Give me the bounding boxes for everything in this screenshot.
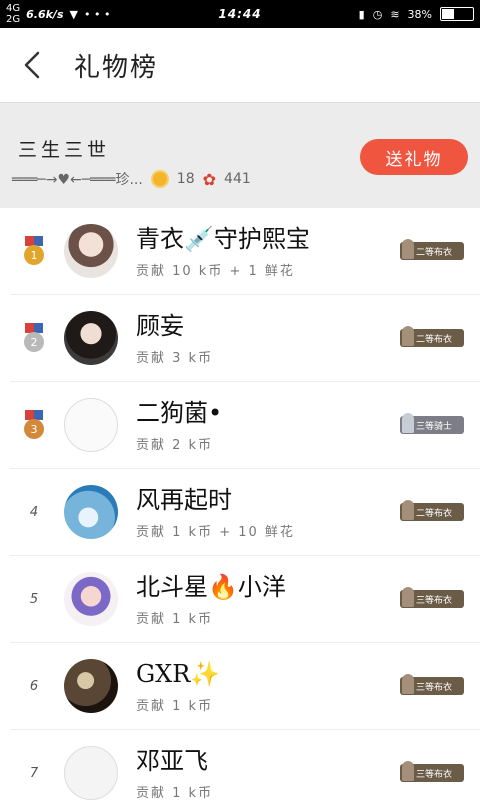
page-title: 礼物榜	[74, 52, 159, 83]
battery-percent: 38%	[407, 7, 432, 21]
avatar[interactable]	[64, 659, 118, 713]
battery-icon	[440, 7, 474, 21]
net-speed: 6.6k/s	[26, 7, 64, 21]
target-name: 三生三世	[18, 139, 111, 161]
rank-badge: 二等布衣	[400, 500, 464, 521]
rank-medal: 3	[10, 410, 58, 440]
heart-shield-icon: ▼	[69, 7, 78, 21]
ranking-list: 1 青衣💉守护熙宝 贡献 10 k币 + 1 鲜花 二等布衣 2 顾妄 贡献 3…	[0, 208, 480, 806]
wifi-icon: ≋	[390, 7, 400, 21]
medal-icon: 1	[23, 236, 45, 266]
contribution: 贡献 10 k币 + 1 鲜花	[136, 263, 295, 279]
back-button[interactable]	[18, 45, 46, 85]
list-item[interactable]: 7 邓亚飞 贡献 1 k币 三等布衣	[10, 730, 480, 806]
list-item[interactable]: 6 GXR✨ 贡献 1 k币 三等布衣	[10, 643, 480, 730]
battery-charge-icon: ▮	[358, 7, 365, 21]
medal-number: 3	[24, 419, 44, 439]
rank-number: 5	[29, 591, 39, 607]
list-item[interactable]: 1 青衣💉守护熙宝 贡献 10 k币 + 1 鲜花 二等布衣	[10, 208, 480, 295]
rank-badge: 三等骑士	[400, 413, 464, 434]
rank-badge: 三等布衣	[400, 587, 464, 608]
coin-count: 18	[176, 171, 195, 187]
send-gift-button[interactable]: 送礼物	[360, 139, 468, 175]
network-top: 4G	[6, 3, 21, 14]
contribution: 贡献 1 k币	[136, 785, 214, 801]
coin-icon	[150, 170, 169, 188]
rank-badge: 二等布衣	[400, 239, 464, 260]
target-meta: ═══─→♥←─═══珍... 18 ✿ 441	[12, 169, 251, 189]
avatar[interactable]	[64, 746, 118, 800]
contribution: 贡献 3 k币	[136, 350, 214, 366]
list-item[interactable]: 3 二狗菌• 贡献 2 k币 三等骑士	[10, 382, 480, 469]
gift-header: 三生三世 ═══─→♥←─═══珍... 18 ✿ 441 送礼物	[0, 102, 480, 208]
avatar[interactable]	[64, 224, 118, 278]
clock: 14:44	[218, 7, 262, 21]
flower-icon: ✿	[202, 169, 217, 189]
medal-number: 2	[24, 332, 44, 352]
rank-badge: 三等布衣	[400, 674, 464, 695]
contribution: 贡献 1 k币	[136, 611, 214, 627]
list-item[interactable]: 5 北斗星🔥小洋 贡献 1 k币 三等布衣	[10, 556, 480, 643]
status-right: ▮ ◷ ≋ 38%	[359, 7, 474, 21]
medal-icon: 2	[23, 323, 45, 353]
contribution: 贡献 1 k币 + 10 鲜花	[136, 524, 295, 540]
rank-badge: 三等布衣	[400, 761, 464, 782]
more-dots: • • •	[83, 7, 111, 21]
nav-bar: 礼物榜	[0, 28, 480, 102]
rank-number: 6	[29, 678, 39, 694]
rank-medal: 1	[10, 236, 58, 266]
rank-number: 7	[29, 765, 39, 781]
rank-number: 4	[29, 504, 39, 520]
medal-number: 1	[24, 245, 44, 265]
chevron-left-icon	[24, 51, 40, 79]
medal-icon: 3	[23, 410, 45, 440]
network-bottom: 2G	[6, 14, 21, 25]
rank-badge: 二等布衣	[400, 326, 464, 347]
avatar[interactable]	[64, 311, 118, 365]
contribution: 贡献 2 k币	[136, 437, 214, 453]
avatar[interactable]	[64, 485, 118, 539]
contribution: 贡献 1 k币	[136, 698, 214, 714]
avatar[interactable]	[64, 398, 118, 452]
network-indicator: 4G 2G	[6, 3, 20, 25]
status-left: 4G 2G 6.6k/s ▼ • • •	[6, 3, 110, 25]
list-item[interactable]: 2 顾妄 贡献 3 k币 二等布衣	[10, 295, 480, 382]
status-bar: 4G 2G 6.6k/s ▼ • • • 14:44 ▮ ◷ ≋ 38%	[0, 0, 480, 28]
rank-medal: 2	[10, 323, 58, 353]
alarm-icon: ◷	[372, 7, 383, 21]
list-item[interactable]: 4 风再起时 贡献 1 k币 + 10 鲜花 二等布衣	[10, 469, 480, 556]
flower-count: 441	[224, 171, 251, 187]
relation-text: ═══─→♥←─═══珍...	[12, 172, 143, 188]
avatar[interactable]	[64, 572, 118, 626]
